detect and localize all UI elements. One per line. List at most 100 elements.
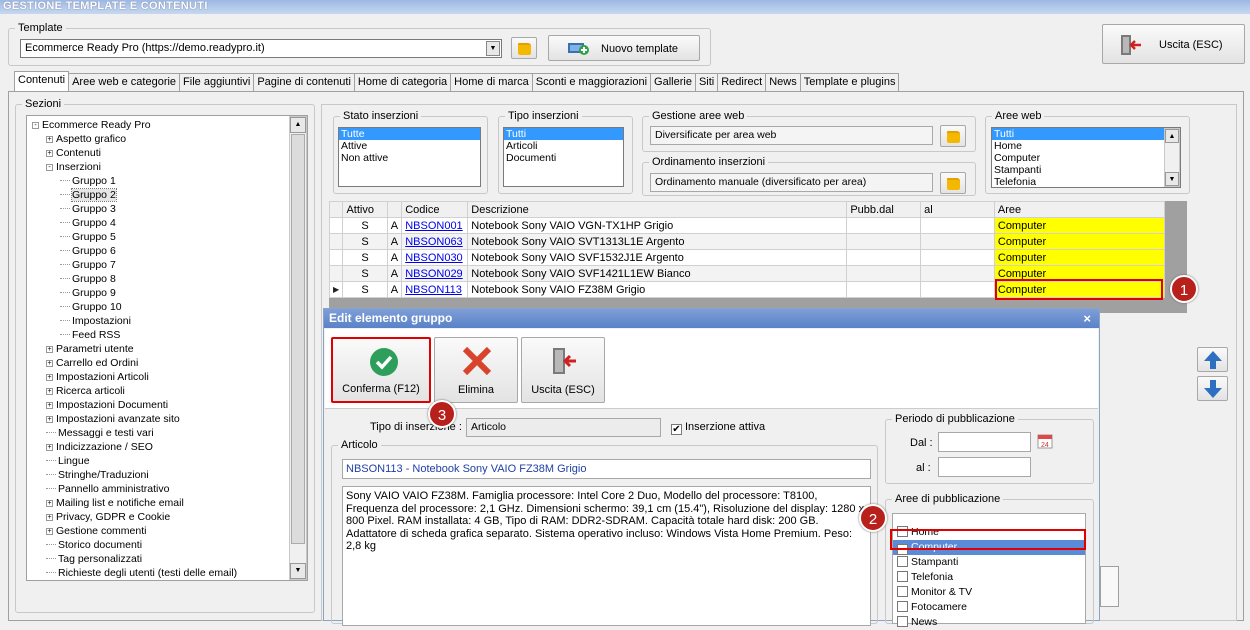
- expand-icon[interactable]: +: [46, 346, 53, 353]
- tab-3[interactable]: Pagine di contenuti: [253, 73, 355, 91]
- tree-scrollbar[interactable]: ▲ ▼: [289, 116, 307, 580]
- scroll-up-icon[interactable]: ▲: [290, 117, 306, 133]
- dal-input[interactable]: [938, 432, 1031, 452]
- scroll-down-icon[interactable]: ▼: [290, 563, 306, 579]
- tree-item[interactable]: Gruppo 6: [32, 244, 307, 258]
- articolo-field[interactable]: NBSON113 - Notebook Sony VAIO FZ38M Grig…: [342, 459, 871, 479]
- expand-icon[interactable]: +: [46, 360, 53, 367]
- codice-link[interactable]: NBSON029: [405, 268, 462, 280]
- expand-icon[interactable]: +: [46, 500, 53, 507]
- codice-cell[interactable]: NBSON063: [401, 233, 469, 250]
- codice-cell[interactable]: NBSON029: [401, 265, 469, 282]
- tree-item[interactable]: Gruppo 4: [32, 216, 307, 230]
- column-header[interactable]: Codice: [401, 201, 469, 218]
- expand-icon[interactable]: +: [46, 514, 53, 521]
- codice-link[interactable]: NBSON113: [405, 284, 462, 296]
- al-input[interactable]: [938, 457, 1031, 477]
- partial-button[interactable]: [1100, 566, 1119, 607]
- list-option[interactable]: Computer: [992, 152, 1180, 164]
- checkbox-icon[interactable]: [897, 571, 908, 582]
- aree-cell[interactable]: Computer: [993, 217, 1166, 234]
- area-checkbox-item[interactable]: Stampanti: [893, 555, 1085, 570]
- tree-item[interactable]: Gruppo 2: [32, 188, 307, 202]
- codice-link[interactable]: NBSON063: [405, 236, 462, 248]
- dialog-exit-button[interactable]: Uscita (ESC): [521, 337, 605, 403]
- codice-cell[interactable]: NBSON001: [401, 217, 469, 234]
- tree-item[interactable]: + Carrello ed Ordini: [32, 356, 307, 370]
- collapse-icon[interactable]: -: [32, 122, 39, 129]
- aree-cell[interactable]: Computer: [993, 233, 1166, 250]
- scroll-down-icon[interactable]: ▼: [1165, 172, 1179, 186]
- tab-5[interactable]: Home di marca: [450, 73, 533, 91]
- column-header[interactable]: Attivo: [342, 201, 388, 218]
- move-down-button[interactable]: [1197, 376, 1228, 401]
- close-icon[interactable]: ×: [1083, 309, 1091, 328]
- tab-9[interactable]: Redirect: [717, 73, 767, 91]
- column-header[interactable]: [386, 201, 403, 218]
- tab-4[interactable]: Home di categoria: [353, 73, 452, 91]
- list-option[interactable]: Attive: [339, 140, 480, 152]
- stato-list[interactable]: Tutte Attive Non attive: [338, 127, 481, 187]
- list-option[interactable]: Articoli: [504, 140, 623, 152]
- expand-icon[interactable]: +: [46, 136, 53, 143]
- tree-item[interactable]: + Indicizzazione / SEO: [32, 440, 307, 454]
- exit-button[interactable]: Uscita (ESC): [1102, 24, 1245, 64]
- descrizione-textarea[interactable]: Sony VAIO VAIO FZ38M. Famiglia processor…: [342, 486, 871, 626]
- tipo-list[interactable]: Tutti Articoli Documenti: [503, 127, 624, 187]
- list-option[interactable]: Tutti: [504, 128, 623, 140]
- gestione-folder-icon[interactable]: [940, 125, 966, 147]
- aree-web-list[interactable]: Tutti Home Computer Stampanti Telefonia: [991, 127, 1181, 188]
- tree-item[interactable]: + Parametri utente: [32, 342, 307, 356]
- tree-item[interactable]: Messaggi e testi vari: [32, 426, 307, 440]
- expand-icon[interactable]: +: [46, 444, 53, 451]
- table-row[interactable]: S A NBSON030 Notebook Sony VAIO SVF1532J1E …: [328, 249, 1166, 266]
- checkbox-icon[interactable]: [897, 616, 908, 627]
- tree-item[interactable]: Gruppo 3: [32, 202, 307, 216]
- tree-item[interactable]: + Privacy, GDPR e Cookie: [32, 510, 307, 524]
- tree-item[interactable]: - Ecommerce Ready Pro: [32, 118, 307, 132]
- dropdown-arrow-icon[interactable]: ▼: [486, 41, 500, 56]
- expand-icon[interactable]: +: [46, 402, 53, 409]
- tree-item[interactable]: + Ricerca articoli: [32, 384, 307, 398]
- tab-6[interactable]: Sconti e maggiorazioni: [531, 73, 652, 91]
- tree-item[interactable]: Pannello amministrativo: [32, 482, 307, 496]
- tree-item[interactable]: Gruppo 5: [32, 230, 307, 244]
- tree-item[interactable]: Tag personalizzati: [32, 552, 307, 566]
- sections-tree[interactable]: - Ecommerce Ready Pro + Aspetto grafico + Con…: [26, 115, 308, 581]
- tree-item[interactable]: - Inserzioni: [32, 160, 307, 174]
- list-option[interactable]: Non attive: [339, 152, 480, 164]
- scroll-thumb[interactable]: [291, 134, 305, 544]
- tree-item[interactable]: Richieste degli utenti (testi delle emai…: [32, 566, 307, 580]
- tab-7[interactable]: Gallerie: [650, 73, 696, 91]
- checkbox-icon[interactable]: [897, 601, 908, 612]
- expand-icon[interactable]: +: [46, 374, 53, 381]
- tree-item[interactable]: + Impostazioni Articoli: [32, 370, 307, 384]
- new-template-button[interactable]: Nuovo template: [548, 35, 700, 61]
- tab-0[interactable]: Contenuti: [14, 71, 70, 91]
- tree-item[interactable]: Gruppo 7: [32, 258, 307, 272]
- delete-button[interactable]: Elimina: [434, 337, 518, 403]
- tree-item[interactable]: + Impostazioni Documenti: [32, 398, 307, 412]
- tree-item[interactable]: Gruppo 9: [32, 286, 307, 300]
- tab-1[interactable]: Aree web e categorie: [68, 73, 181, 91]
- folder-icon[interactable]: [511, 37, 537, 59]
- expand-icon[interactable]: +: [46, 528, 53, 535]
- checkbox-icon[interactable]: [897, 586, 908, 597]
- calendar-icon[interactable]: 24: [1037, 433, 1053, 449]
- tree-item[interactable]: Impostazioni: [32, 314, 307, 328]
- tab-11[interactable]: Template e plugins: [799, 73, 900, 91]
- list-option[interactable]: Stampanti: [992, 164, 1180, 176]
- tab-8[interactable]: Siti: [694, 73, 719, 91]
- aree-web-scrollbar[interactable]: ▲ ▼: [1164, 128, 1180, 187]
- move-up-button[interactable]: [1197, 347, 1228, 372]
- aree-cell[interactable]: Computer: [993, 249, 1166, 266]
- list-option[interactable]: Telefonia: [992, 176, 1180, 188]
- checkbox-icon[interactable]: [897, 556, 908, 567]
- list-option[interactable]: Tutte: [339, 128, 480, 140]
- table-row[interactable]: S A NBSON001 Notebook Sony VAIO VGN-TX1HP G…: [328, 217, 1166, 234]
- tree-item[interactable]: + Contenuti: [32, 146, 307, 160]
- checkbox-checked-icon[interactable]: ✔: [671, 424, 682, 435]
- tree-item[interactable]: Feed RSS: [32, 328, 307, 342]
- list-option[interactable]: Home: [992, 140, 1180, 152]
- column-header[interactable]: al: [920, 201, 995, 218]
